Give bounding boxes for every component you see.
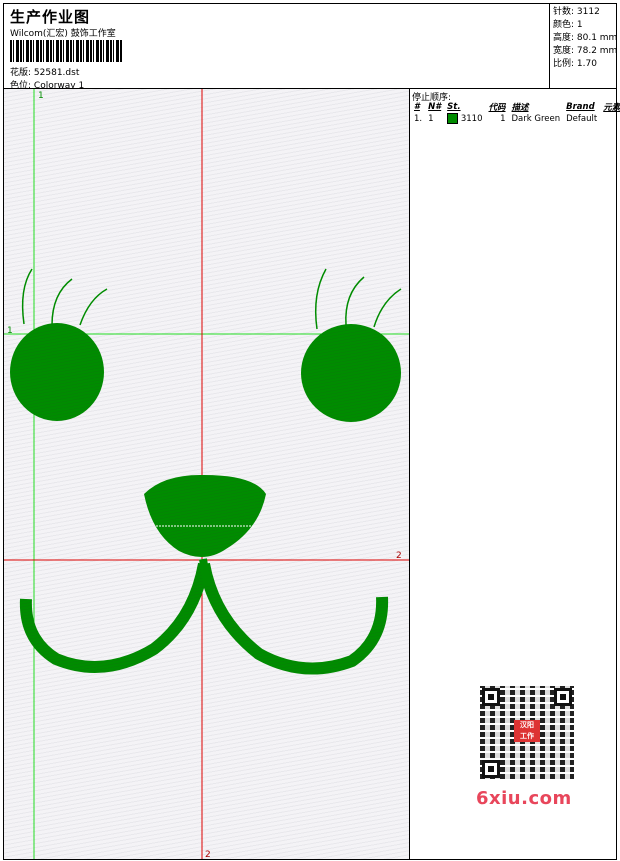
design-width: 宽度: 78.2 mm [553,46,618,56]
col-n: N# [428,102,442,112]
col-code: 代码 [488,103,506,113]
right-eyelashes [314,268,402,330]
design-info: 花版: 52581.dst [10,65,79,78]
qr-finder-top-right [554,688,572,706]
right-eye [301,324,401,422]
guide-label-v2: 2 [205,850,211,859]
header: 生产作业图 Wilcom(汇宏) 鼓饰工作室 花版: 52581.dst 色位:… [3,3,620,91]
qr-finder-bottom-left [482,760,500,778]
page-title: 生产作业图 [10,8,91,26]
col-stitches: St. [447,102,461,112]
guide-label-v1: 1 [38,91,44,101]
row-index: 1. [414,113,423,124]
row-brand: Default [566,113,598,124]
design-value: 52581.dst [33,68,80,78]
stats-box: 针数: 3112 颜色: 1 高度: 80.1 mm 宽度: 78.2 mm 比… [549,4,620,90]
company-name: Wilcom(汇宏) 鼓饰工作室 [10,29,116,39]
color-count: 颜色: 1 [553,20,583,30]
mouth-right [198,562,389,675]
col-element: 元素 [603,103,620,113]
qr-stamp: 汉阳 工作 [514,720,540,742]
watermark: 汉阳 工作 6xiu.com [470,680,584,810]
mouth-center [199,558,211,585]
color-swatch [447,113,459,124]
row-n: 1 [428,113,434,124]
col-brand: Brand [566,102,595,112]
row-stitches: 3110 [444,113,485,124]
watermark-text: 6xiu.com [476,788,572,809]
left-eyelashes [21,268,108,326]
guide-label-h2: 2 [396,551,402,561]
sequence-table: # N# St. 代码 描述 Brand 元素 1. 1 3110 1 Dark… [411,101,620,124]
scale-ratio: 比例: 1.70 [553,59,597,69]
embroidery-preview: 1 1 2 2 [4,89,409,859]
row-element [600,113,620,124]
guide-label-h1: 1 [7,326,13,336]
col-hash: # [414,102,420,112]
row-description: Dark Green [511,113,561,124]
stitch-count: 针数: 3112 [553,7,600,17]
left-eye [10,323,104,421]
mouth-left [19,562,210,673]
barcode [10,40,122,62]
nose [144,474,266,558]
table-row: 1. 1 3110 1 Dark Green Default [411,113,620,124]
qr-finder-top-left [482,688,500,706]
design-height: 高度: 80.1 mm [553,33,618,43]
col-description: 描述 [511,103,529,113]
row-code: 1 [500,113,506,124]
sequence-header-row: # N# St. 代码 描述 Brand 元素 [411,101,620,113]
design-canvas: 1 1 2 2 [3,88,410,860]
design-label: 花版: [10,68,32,78]
